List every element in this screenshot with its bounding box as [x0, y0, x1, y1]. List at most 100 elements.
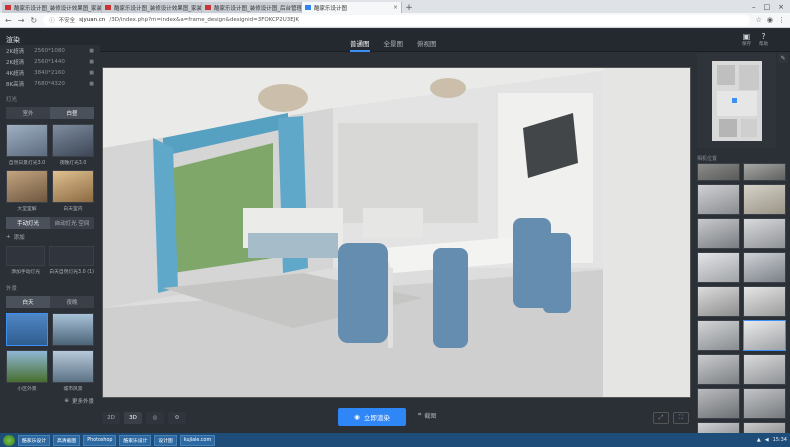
- environment-preset[interactable]: 小区外景: [6, 350, 48, 392]
- resolution-option[interactable]: 2K超清 2560*1440 ■: [0, 56, 100, 67]
- toggle-daytime[interactable]: 白昼: [50, 107, 94, 119]
- menu-icon[interactable]: ⋮: [778, 16, 785, 24]
- toggle-outdoor[interactable]: 室外: [6, 107, 50, 119]
- close-icon[interactable]: ×: [393, 4, 398, 11]
- eye-icon[interactable]: ◎: [146, 412, 164, 424]
- toggle-day[interactable]: 白天: [6, 296, 50, 308]
- room-scene-image: [103, 68, 690, 397]
- camera-thumbnail[interactable]: [743, 354, 786, 385]
- toggle-auto-light[interactable]: 自动灯光 空间: [50, 217, 94, 229]
- preset-caption: 大堂室解: [17, 207, 37, 212]
- render-button-label: 立即渲染: [363, 414, 390, 422]
- camera-thumbnail[interactable]: [743, 286, 786, 317]
- window-controls: – □ ×: [746, 3, 790, 11]
- light-preset[interactable]: 大堂室解: [6, 170, 48, 212]
- light-preset[interactable]: 自然日景灯光3.0: [6, 124, 48, 166]
- resolution-option[interactable]: 4K超清 3840*2160 ■: [0, 67, 100, 78]
- settings-icon[interactable]: ⚙: [168, 412, 186, 424]
- lock-icon: ■: [89, 47, 94, 54]
- add-label: 添加: [13, 235, 25, 241]
- lock-icon: ■: [89, 69, 94, 76]
- tab-top-view[interactable]: 俯视图: [417, 38, 437, 52]
- tab-panorama-view[interactable]: 全景图: [384, 38, 404, 52]
- reload-icon[interactable]: ↻: [30, 16, 37, 25]
- taskbar-item[interactable]: 设计图: [154, 434, 177, 446]
- help-button[interactable]: ? 帮助: [759, 32, 768, 47]
- camera-thumbnail[interactable]: [743, 218, 786, 249]
- camera-thumbnail[interactable]: [743, 252, 786, 283]
- save-button[interactable]: ▣ 保存: [742, 32, 751, 47]
- camera-thumbnail[interactable]: [697, 184, 740, 215]
- toggle-manual-light[interactable]: 手动灯光: [6, 217, 50, 229]
- crop-icon: ⌗: [418, 411, 422, 418]
- browser-tab-active[interactable]: 酷家乐设计图 ×: [302, 2, 402, 13]
- lock-icon: ■: [89, 58, 94, 65]
- camera-thumbnail[interactable]: [697, 218, 740, 249]
- minimap-tool[interactable]: ✎: [778, 53, 788, 63]
- camera-thumbnails: [697, 163, 788, 444]
- mode-3d-button[interactable]: 3D: [124, 412, 142, 424]
- camera-thumbnail[interactable]: [743, 388, 786, 419]
- floorplan-minimap[interactable]: [697, 53, 776, 148]
- preset-thumbnail: [52, 124, 94, 157]
- camera-thumbnail[interactable]: [697, 286, 740, 317]
- fullscreen-icon[interactable]: ⤢: [653, 412, 669, 424]
- start-button[interactable]: [3, 434, 15, 446]
- browser-tab[interactable]: 酷家乐设计图_装修设计效果图_家装效果×: [102, 2, 202, 13]
- camera-thumbnail[interactable]: [697, 163, 740, 181]
- taskbar-item[interactable]: kujiale.com: [179, 434, 216, 446]
- light-preset[interactable]: 夜晚灯光3.0: [52, 124, 94, 166]
- custom-light-thumbs: 添加手动灯光 白天自然灯光3.0 (1): [0, 243, 100, 278]
- view-tabs: 普通图 全景图 俯视图: [350, 38, 437, 52]
- browser-tab[interactable]: 酷家乐设计图_装修设计图_后台管理×: [202, 2, 302, 13]
- render-now-button[interactable]: ◉ 立即渲染: [338, 408, 406, 426]
- camera-thumbnail[interactable]: [743, 163, 786, 181]
- camera-icon: ◉: [354, 413, 360, 421]
- url-secure-label: 不安全: [58, 18, 76, 24]
- environment-section-label: 外景: [6, 286, 18, 292]
- taskbar-item[interactable]: 酷家乐设计: [18, 434, 50, 446]
- app-header: 渲染 普通图 全景图 俯视图 ▣ 保存 ? 帮助: [0, 29, 790, 52]
- camera-thumbnail[interactable]: [697, 388, 740, 419]
- volume-icon[interactable]: ◀: [765, 437, 769, 443]
- favicon-icon: [105, 5, 111, 10]
- add-light-row[interactable]: + 添加: [0, 231, 100, 243]
- screenshot-button[interactable]: ⌗ 截图: [418, 411, 436, 420]
- environment-preset[interactable]: 城市风景: [52, 350, 94, 392]
- light-thumbs: 自然日景灯光3.0 夜晚灯光3.0 大堂室解 白天室内: [0, 121, 100, 215]
- environment-preset[interactable]: [6, 313, 48, 346]
- resolution-option[interactable]: 2K超清 2560*1080 ■: [0, 45, 100, 56]
- camera-thumbnail[interactable]: [743, 184, 786, 215]
- tab-normal-view[interactable]: 普通图: [350, 38, 370, 52]
- environment-preset[interactable]: [52, 313, 94, 346]
- back-icon[interactable]: ←: [5, 16, 12, 25]
- mode-2d-button[interactable]: 2D: [102, 412, 120, 424]
- taskbar-item[interactable]: 酷家乐设计: [119, 434, 152, 446]
- url-input[interactable]: ⓘ 不安全 sjyuan.cn/3D/index.php?m=index&a=f…: [43, 14, 750, 26]
- more-environment-link[interactable]: ⊕ 更多外景: [0, 395, 100, 407]
- new-tab-button[interactable]: +: [402, 3, 416, 13]
- camera-thumbnail[interactable]: [697, 252, 740, 283]
- fit-view-icon[interactable]: ⛶: [673, 412, 689, 424]
- minimize-icon[interactable]: –: [752, 3, 756, 11]
- browser-tab[interactable]: 酷家乐设计图_装修设计效果图_家装效果图×: [2, 2, 102, 13]
- extension-icon[interactable]: ◉: [767, 16, 773, 24]
- resolution-option[interactable]: 8K高清 7680*4320 ■: [0, 78, 100, 89]
- taskbar-item[interactable]: Photoshop: [83, 434, 117, 446]
- light-preset[interactable]: 白天室内: [52, 170, 94, 212]
- maximize-icon[interactable]: □: [764, 3, 771, 11]
- toggle-night[interactable]: 夜晚: [50, 296, 94, 308]
- camera-thumbnail[interactable]: [697, 354, 740, 385]
- star-icon[interactable]: ☆: [756, 16, 762, 24]
- camera-thumbnail-selected[interactable]: [743, 320, 786, 351]
- screen: 酷家乐设计图_装修设计效果图_家装效果图× 酷家乐设计图_装修设计效果图_家装效…: [0, 0, 790, 447]
- render-preview[interactable]: [102, 67, 691, 398]
- system-tray: ▲ ◀ 15:34: [757, 437, 787, 443]
- camera-thumbnail[interactable]: [697, 320, 740, 351]
- forward-icon[interactable]: →: [18, 16, 25, 25]
- close-window-icon[interactable]: ×: [778, 3, 784, 11]
- network-icon[interactable]: ▲: [757, 437, 761, 443]
- taskbar-item[interactable]: 高清截图: [53, 434, 81, 446]
- custom-light-preset[interactable]: 白天自然灯光3.0 (1): [49, 246, 94, 275]
- custom-light-preset[interactable]: 添加手动灯光: [6, 246, 46, 275]
